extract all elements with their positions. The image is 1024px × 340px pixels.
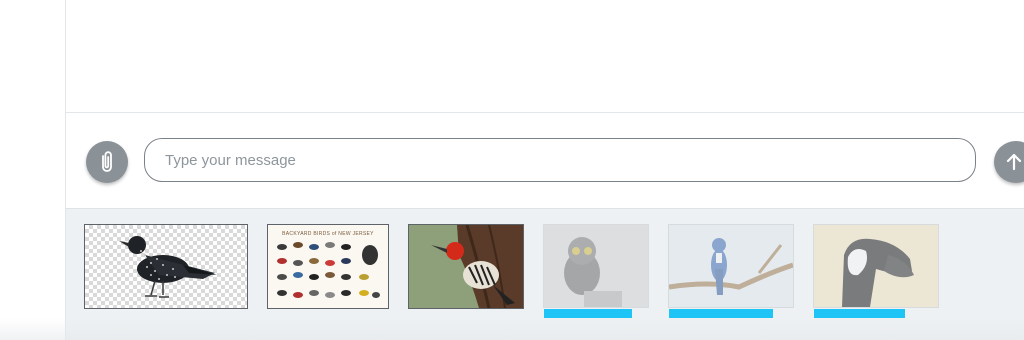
attachment-thumbnail-bird-poster[interactable]: BACKYARD BIRDS of NEW JERSEY xyxy=(267,224,389,309)
attachment-tray: BACKYARD BIRDS of NEW JERSEY xyxy=(66,209,1024,340)
send-button[interactable] xyxy=(994,141,1024,183)
arrow-up-icon xyxy=(1006,153,1022,171)
message-composer xyxy=(66,113,1024,209)
attachment-thumbnail-starling[interactable] xyxy=(84,224,248,309)
attachment-thumbnail-owl[interactable] xyxy=(543,224,649,308)
left-sidebar xyxy=(0,0,66,340)
attach-button[interactable] xyxy=(86,141,128,183)
upload-progress-bar-blue-jay xyxy=(669,309,773,318)
starling-image xyxy=(119,236,217,298)
poster-birds-image xyxy=(277,242,380,298)
upload-progress-bar-owl xyxy=(544,309,632,318)
attachment-thumbnail-woodpecker[interactable] xyxy=(408,224,524,309)
owl-image xyxy=(544,225,648,307)
attachment-thumbnail-goose[interactable] xyxy=(813,224,939,308)
attachment-thumbnail-blue-jay[interactable] xyxy=(668,224,794,308)
message-input[interactable] xyxy=(144,138,976,182)
woodpecker-image xyxy=(409,225,523,308)
message-list xyxy=(66,0,1024,113)
paperclip-icon xyxy=(102,151,112,172)
goose-image xyxy=(814,225,938,307)
upload-progress-bar-goose xyxy=(814,309,905,318)
blue-jay-image xyxy=(669,225,793,307)
